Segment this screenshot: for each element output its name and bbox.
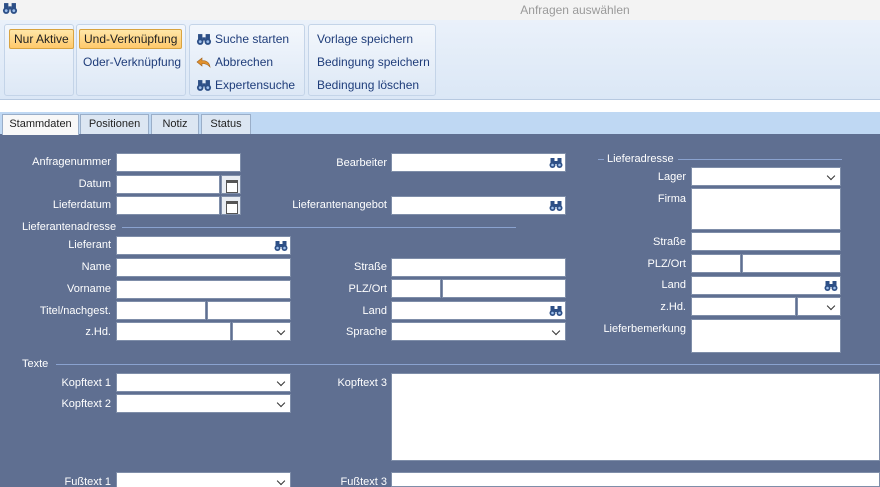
strasse-label: Straße	[353, 261, 387, 273]
firma-textarea[interactable]	[691, 188, 841, 230]
lieferbemerkung-label: Lieferbemerkung	[603, 323, 686, 335]
name-label: Name	[81, 261, 111, 273]
binoculars-icon[interactable]	[549, 305, 563, 317]
bearbeiter-field[interactable]	[391, 153, 566, 172]
lief-land-field[interactable]	[691, 276, 841, 295]
kopftext3-textarea[interactable]	[391, 373, 880, 461]
binoculars-icon[interactable]	[274, 240, 288, 252]
vorlage-speichern-button[interactable]: Vorlage speichern	[313, 29, 417, 49]
ribbon-group-filter: Nur Aktive	[4, 24, 74, 96]
lieferdatum-field[interactable]	[116, 196, 220, 215]
suche-starten-button[interactable]: Suche starten	[192, 29, 293, 49]
lieferant-field[interactable]	[116, 236, 291, 255]
titel-field[interactable]	[116, 301, 206, 320]
land-field[interactable]	[391, 301, 566, 320]
kopftext1-dropdown[interactable]	[116, 373, 291, 392]
undo-arrow-icon	[196, 56, 211, 68]
divider	[598, 159, 604, 160]
divider	[678, 159, 842, 160]
binoculars-icon[interactable]	[824, 280, 838, 292]
bedingung-speichern-button[interactable]: Bedingung speichern	[313, 52, 434, 72]
plz-ort-label: PLZ/Ort	[348, 283, 387, 295]
land-label: Land	[362, 305, 387, 317]
fusstext3-textarea[interactable]	[391, 472, 880, 487]
ribbon-group-logic: Und-Verknüpfung Oder-Verknüpfung	[76, 24, 186, 96]
ribbon-group-search: Suche starten Abbrechen Expertensuche	[189, 24, 305, 96]
nachgestellt-field[interactable]	[207, 301, 291, 320]
oder-verknuepfung-button[interactable]: Oder-Verknüpfung	[79, 52, 185, 72]
window-title: Anfragen auswählen	[520, 3, 630, 17]
lieferantenangebot-field[interactable]	[391, 196, 566, 215]
datum-calendar-icon[interactable]	[221, 175, 241, 194]
sprache-dropdown[interactable]	[391, 322, 566, 341]
vorname-field[interactable]	[116, 280, 291, 299]
lieferant-label: Lieferant	[68, 239, 111, 251]
name-field[interactable]	[116, 258, 291, 277]
binoculars-icon	[196, 79, 212, 91]
bearbeiter-label: Bearbeiter	[336, 157, 387, 169]
lager-label: Lager	[657, 171, 686, 183]
anfragenummer-label: Anfragenummer	[32, 156, 111, 168]
nur-aktive-button[interactable]: Nur Aktive	[9, 29, 74, 49]
lief-zhd-dropdown[interactable]	[797, 297, 841, 316]
kopftext1-label: Kopftext 1	[61, 377, 111, 389]
lager-dropdown[interactable]	[691, 167, 841, 186]
plz-field[interactable]	[391, 279, 441, 298]
vorname-label: Vorname	[66, 283, 111, 295]
zhd-label: z.Hd.	[85, 326, 111, 338]
lief-land-label: Land	[661, 279, 686, 291]
datum-label: Datum	[78, 178, 111, 190]
abbrechen-button[interactable]: Abbrechen	[192, 52, 277, 72]
ribbon: Nur Aktive Und-Verknüpfung Oder-Verknüpf…	[0, 20, 880, 100]
fusstext1-label: Fußtext 1	[64, 476, 111, 487]
bedingung-loeschen-button[interactable]: Bedingung löschen	[313, 75, 423, 95]
tab-notiz[interactable]: Notiz	[151, 114, 199, 134]
texte-section: Texte	[22, 358, 49, 370]
title-bar: Anfragen auswählen	[0, 0, 880, 20]
lieferantenangebot-label: Lieferantenangebot	[292, 199, 387, 211]
datum-field[interactable]	[116, 175, 220, 194]
sprache-label: Sprache	[346, 326, 387, 338]
zhd-field[interactable]	[116, 322, 231, 341]
ribbon-group-templates: Vorlage speichern Bedingung speichern Be…	[308, 24, 436, 96]
tab-stammdaten[interactable]: Stammdaten	[2, 114, 79, 135]
tab-status[interactable]: Status	[201, 114, 251, 134]
lieferdatum-calendar-icon[interactable]	[221, 196, 241, 215]
lief-strasse-label: Straße	[652, 236, 686, 248]
titel-label: Titel/nachgest.	[39, 305, 111, 317]
kopftext2-dropdown[interactable]	[116, 394, 291, 413]
lief-zhd-label: z.Hd.	[660, 301, 686, 313]
lief-plz-ort-label: PLZ/Ort	[647, 258, 686, 270]
und-verknuepfung-button[interactable]: Und-Verknüpfung	[79, 29, 183, 49]
tab-positionen[interactable]: Positionen	[80, 114, 149, 134]
kopftext2-label: Kopftext 2	[61, 398, 111, 410]
lief-strasse-field[interactable]	[691, 232, 841, 251]
binoculars-icon	[196, 33, 212, 45]
lieferbemerkung-textarea[interactable]	[691, 319, 841, 353]
divider	[122, 227, 516, 228]
lief-zhd-field[interactable]	[691, 297, 796, 316]
expertensuche-label: Expertensuche	[215, 78, 296, 92]
anfragenummer-field[interactable]	[116, 153, 241, 172]
lieferdatum-label: Lieferdatum	[52, 199, 111, 211]
fusstext3-label: Fußtext 3	[340, 476, 387, 487]
lief-ort-field[interactable]	[742, 254, 841, 273]
binoculars-icon[interactable]	[549, 157, 563, 169]
fusstext1-dropdown[interactable]	[116, 472, 291, 487]
strasse-field[interactable]	[391, 258, 566, 277]
firma-label: Firma	[657, 193, 686, 205]
divider	[56, 364, 880, 365]
kopftext3-label: Kopftext 3	[337, 377, 387, 389]
binoculars-icon[interactable]	[549, 200, 563, 212]
lieferadresse-section: Lieferadresse	[607, 153, 674, 165]
lieferantenadresse-section: Lieferantenadresse	[22, 221, 117, 233]
lief-plz-field[interactable]	[691, 254, 741, 273]
abbrechen-label: Abbrechen	[215, 55, 274, 69]
suche-starten-label: Suche starten	[215, 32, 290, 46]
expertensuche-button[interactable]: Expertensuche	[192, 75, 299, 95]
ort-field[interactable]	[442, 279, 566, 298]
